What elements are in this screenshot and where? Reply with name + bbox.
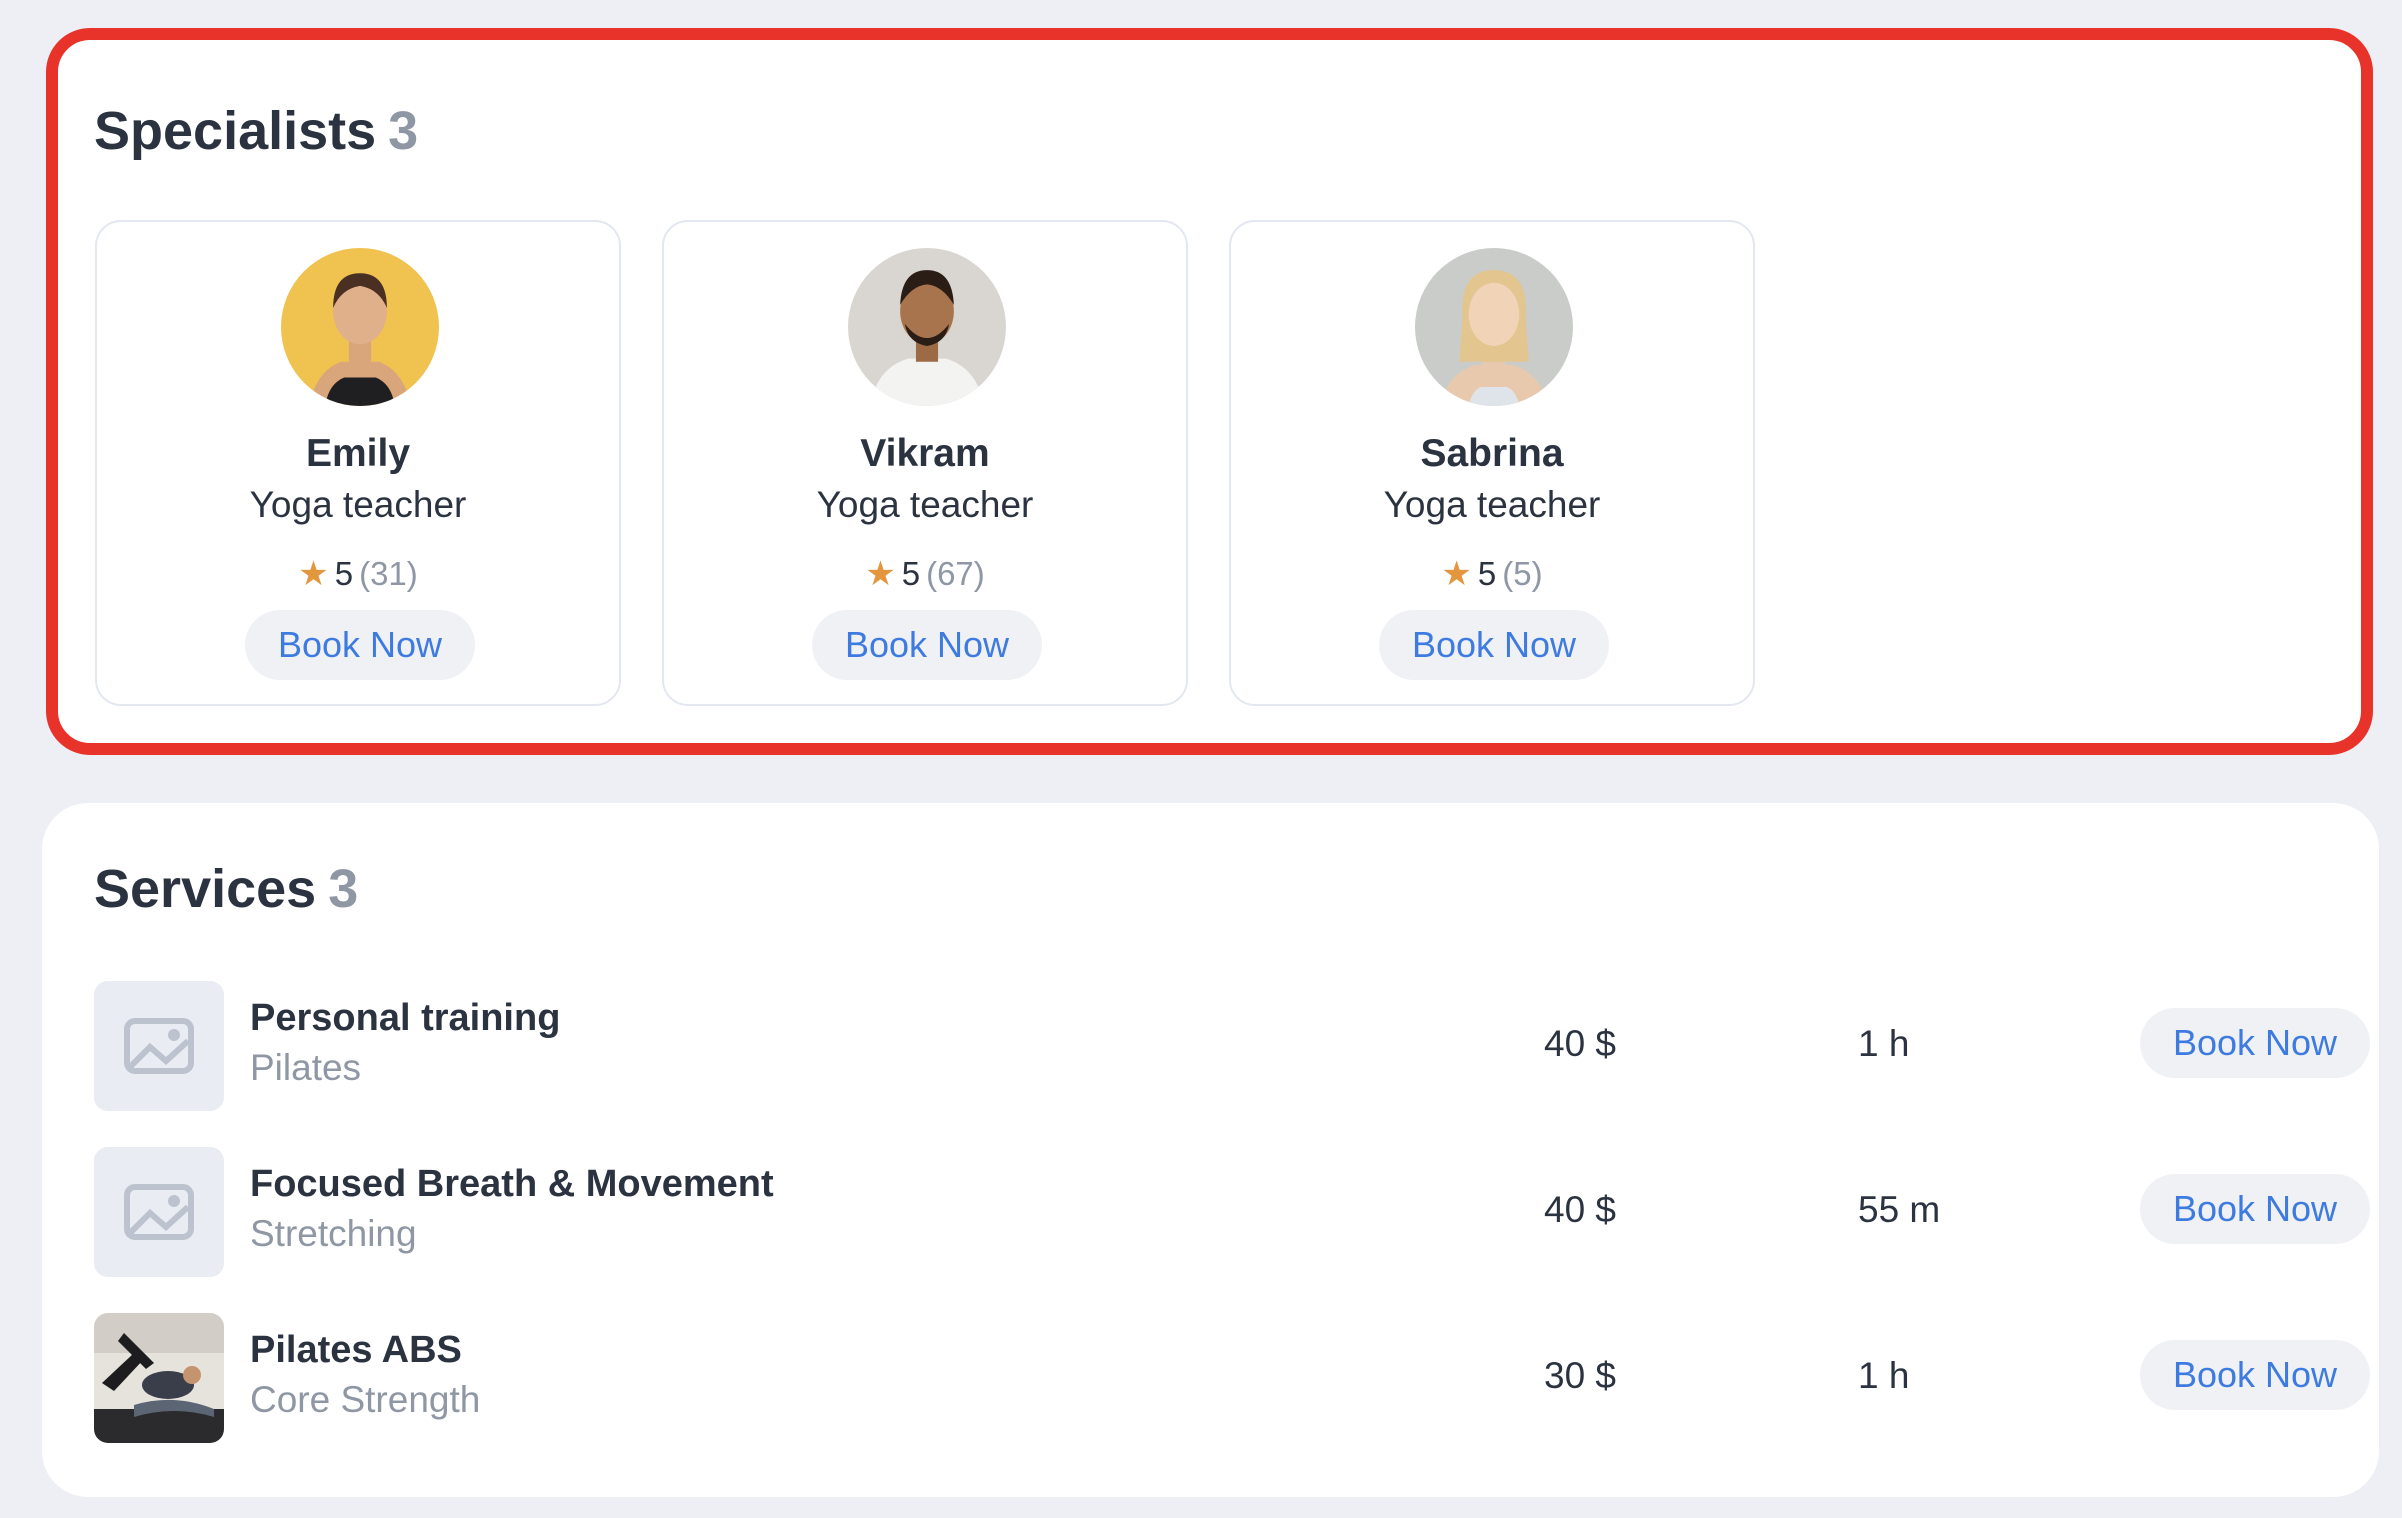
review-count: (31) [359, 555, 418, 592]
specialist-name: Vikram [860, 432, 990, 475]
service-category: Stretching [250, 1213, 417, 1254]
service-duration: 1 h [1858, 1023, 1910, 1064]
placeholder-image-icon [94, 981, 224, 1111]
placeholder-image-icon [94, 1147, 224, 1277]
service-category: Pilates [250, 1047, 362, 1088]
avatar [281, 248, 439, 406]
service-name: Personal training [250, 997, 561, 1039]
specialist-card-sabrina[interactable]: Sabrina Yoga teacher ★ 5 (5) Book Now [1229, 220, 1755, 706]
service-row[interactable]: Personal training Pilates 40 $ 1 h Book … [94, 981, 2370, 1111]
service-row[interactable]: Pilates ABS Core Strength 30 $ 1 h Book … [94, 1313, 2370, 1443]
review-count: (67) [926, 555, 985, 592]
star-icon: ★ [298, 555, 329, 593]
services-count: 3 [328, 859, 359, 919]
book-now-button[interactable]: Book Now [245, 610, 475, 680]
specialist-role: Yoga teacher [816, 484, 1034, 525]
services-title: Services 3 [94, 858, 358, 920]
book-now-button[interactable]: Book Now [2140, 1008, 2370, 1078]
review-count: (5) [1502, 555, 1543, 592]
star-icon: ★ [865, 555, 896, 593]
service-price: 40 $ [1544, 1189, 1617, 1230]
star-icon: ★ [1441, 555, 1472, 593]
service-duration: 55 m [1858, 1189, 1941, 1230]
service-row[interactable]: Focused Breath & Movement Stretching 40 … [94, 1147, 2370, 1277]
rating-value: 5 [901, 555, 921, 592]
specialist-card-vikram[interactable]: Vikram Yoga teacher ★ 5 (67) Book Now [662, 220, 1188, 706]
specialist-name: Sabrina [1420, 432, 1564, 475]
service-name: Pilates ABS [250, 1329, 462, 1371]
specialists-title-label: Specialists [94, 101, 377, 161]
specialist-role: Yoga teacher [249, 484, 467, 525]
specialist-rating: ★ 5 (31) [97, 554, 619, 594]
specialist-card-emily[interactable]: Emily Yoga teacher ★ 5 (31) Book Now [95, 220, 621, 706]
specialist-rating: ★ 5 (67) [664, 554, 1186, 594]
avatar [848, 248, 1006, 406]
services-title-label: Services [94, 859, 317, 919]
avatar [1415, 248, 1573, 406]
specialists-title: Specialists 3 [94, 100, 418, 162]
service-duration: 1 h [1858, 1355, 1910, 1396]
book-now-button[interactable]: Book Now [1379, 610, 1609, 680]
book-now-button[interactable]: Book Now [2140, 1174, 2370, 1244]
service-name: Focused Breath & Movement [250, 1163, 774, 1205]
service-category: Core Strength [250, 1379, 481, 1420]
specialists-section: Specialists 3 Emily Yoga teacher ★ 5 (31) B… [46, 28, 2373, 755]
specialist-role: Yoga teacher [1383, 484, 1601, 525]
pilates-photo [94, 1313, 224, 1443]
specialist-name: Emily [305, 432, 411, 475]
specialists-count: 3 [388, 101, 419, 161]
service-price: 30 $ [1544, 1355, 1617, 1396]
services-section: Services 3 Personal training Pilates 40 $… [42, 803, 2379, 1497]
rating-value: 5 [1477, 555, 1497, 592]
rating-value: 5 [334, 555, 354, 592]
service-price: 40 $ [1544, 1023, 1617, 1064]
book-now-button[interactable]: Book Now [2140, 1340, 2370, 1410]
book-now-button[interactable]: Book Now [812, 610, 1042, 680]
specialist-rating: ★ 5 (5) [1231, 554, 1753, 594]
